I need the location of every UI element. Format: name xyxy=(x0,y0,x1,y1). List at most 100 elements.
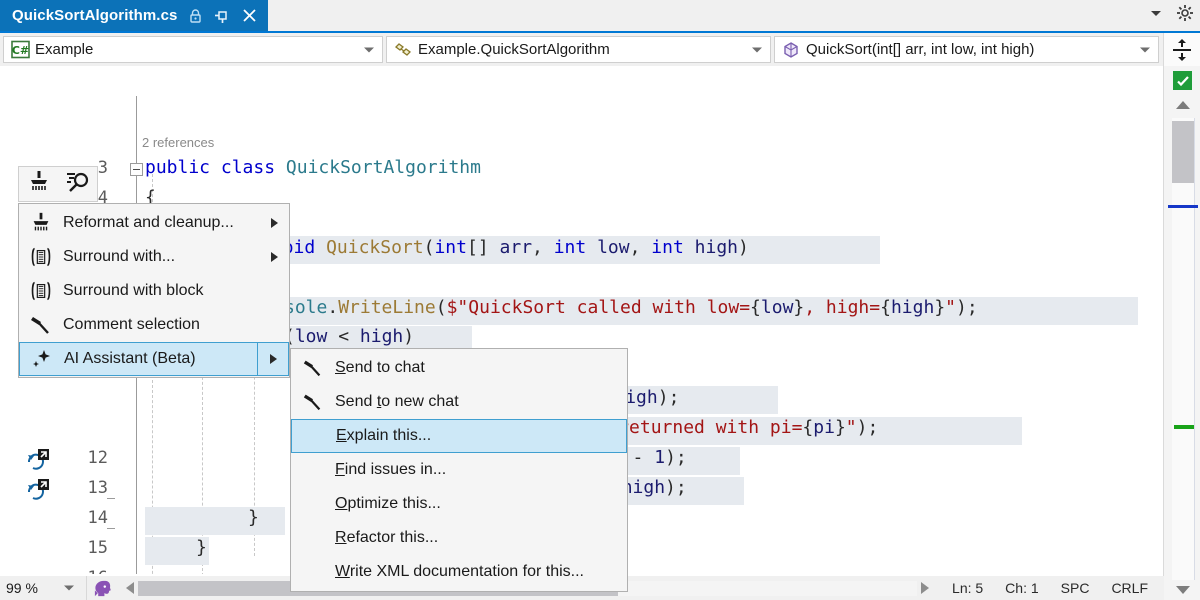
surround-icon xyxy=(19,280,63,302)
status-line-ending[interactable]: CRLF xyxy=(1100,580,1164,596)
line-number: 13 xyxy=(62,478,108,498)
svg-text:C#: C# xyxy=(11,44,28,57)
split-horizontally-icon[interactable] xyxy=(1164,33,1200,66)
zoom-level-value: 99 % xyxy=(6,580,38,596)
line-number: 16 xyxy=(62,568,108,574)
submenu-item-label: Send to chat xyxy=(335,359,627,377)
inspect-code-icon[interactable] xyxy=(65,169,91,200)
ruler-marker-change xyxy=(1174,425,1194,429)
submenu-item-send-to-chat[interactable]: Send to chat xyxy=(291,351,627,385)
broom-icon xyxy=(19,211,63,235)
submenu-item-label: Optimize this... xyxy=(335,495,627,513)
menu-item-label: Surround with block xyxy=(63,282,259,300)
scroll-down-icon[interactable] xyxy=(1176,586,1190,594)
vertical-scrollbar-track[interactable] xyxy=(1172,118,1195,580)
menu-item-label: Reformat and cleanup... xyxy=(63,214,259,232)
sparkle-icon xyxy=(20,347,64,371)
ai-head-icon[interactable] xyxy=(93,579,112,598)
navbar-type-label: Example.QuickSortAlgorithm xyxy=(418,41,610,58)
tab-title: QuickSortAlgorithm.cs xyxy=(12,7,177,24)
close-icon[interactable] xyxy=(240,7,258,25)
submenu-item-label: Write XML documentation for this... xyxy=(335,563,627,581)
gear-icon[interactable] xyxy=(1176,4,1194,27)
scroll-right-button[interactable] xyxy=(921,582,929,594)
code-line-7: sole.WriteLine($"QuickSort called with l… xyxy=(284,298,978,318)
chevron-down-icon[interactable] xyxy=(752,47,762,52)
ide-window: QuickSortAlgorithm.cs xyxy=(0,0,1200,600)
code-line-14: } xyxy=(248,508,259,528)
line-number: 14 xyxy=(62,508,108,528)
class-icon xyxy=(391,40,415,60)
ai-assistant-submenu[interactable]: Send to chat Send to new chat Explain th… xyxy=(290,348,628,592)
menu-item-comment-selection[interactable]: Comment selection xyxy=(19,308,289,342)
chevron-down-icon[interactable] xyxy=(1148,5,1164,26)
fold-marker xyxy=(107,498,115,499)
submenu-item-label: Explain this... xyxy=(336,427,626,445)
menu-item-ai-assistant[interactable]: AI Assistant (Beta) xyxy=(19,342,289,376)
reformat-cleanup-icon[interactable] xyxy=(26,169,52,200)
submenu-item-write-xml-documentation[interactable]: Write XML documentation for this... xyxy=(291,555,627,589)
menu-item-label: Comment selection xyxy=(63,316,259,334)
quick-actions-toolbar[interactable] xyxy=(18,166,98,202)
status-char-number[interactable]: Ch: 1 xyxy=(994,580,1049,596)
submenu-item-find-issues-in[interactable]: Find issues in... xyxy=(291,453,627,487)
menu-item-surround-with[interactable]: Surround with... xyxy=(19,240,289,274)
status-indent[interactable]: SPC xyxy=(1050,580,1101,596)
navbar-type-combo[interactable]: Example.QuickSortAlgorithm xyxy=(386,36,771,63)
lock-icon[interactable] xyxy=(186,7,204,25)
status-line-number[interactable]: Ln: 5 xyxy=(941,580,994,596)
submenu-item-label: Refactor this... xyxy=(335,529,627,547)
fold-marker xyxy=(107,528,115,529)
submenu-item-label: Send to new chat xyxy=(335,393,627,411)
menu-item-surround-with-block[interactable]: Surround with block xyxy=(19,274,289,308)
chevron-down-icon[interactable] xyxy=(1140,47,1150,52)
context-menu[interactable]: Reformat and cleanup... Surround with... xyxy=(18,203,290,378)
surround-icon xyxy=(19,246,63,268)
navigation-bar: C# Example Example.QuickSortAlgorithm xyxy=(0,33,1200,66)
submenu-item-send-to-new-chat[interactable]: Send to new chat xyxy=(291,385,627,419)
tab-quicksortalgorithm-cs[interactable]: QuickSortAlgorithm.cs xyxy=(0,0,268,31)
zoom-level-combo[interactable]: 99 % xyxy=(0,576,87,600)
pin-icon[interactable] xyxy=(213,7,231,25)
overview-ruler[interactable] xyxy=(1163,33,1200,600)
submenu-item-explain-this[interactable]: Explain this... xyxy=(291,419,627,453)
recursive-call-icon[interactable] xyxy=(26,449,48,471)
vertical-scrollbar-thumb[interactable] xyxy=(1172,121,1194,183)
line-number: 12 xyxy=(62,448,108,468)
hammer-icon xyxy=(291,391,335,413)
menu-item-reformat-and-cleanup[interactable]: Reformat and cleanup... xyxy=(19,206,289,240)
submenu-item-label: Find issues in... xyxy=(335,461,627,479)
navbar-member-combo[interactable]: QuickSort(int[] arr, int low, int high) xyxy=(774,36,1159,63)
submenu-arrow-icon[interactable] xyxy=(257,343,288,375)
csharp-file-icon: C# xyxy=(8,40,32,59)
code-line-15: } xyxy=(196,538,207,558)
submenu-arrow-icon[interactable] xyxy=(259,252,289,262)
codelens-class-references[interactable]: 2 references xyxy=(142,135,214,150)
submenu-item-refactor-this[interactable]: Refactor this... xyxy=(291,521,627,555)
code-line-8: (low < high) xyxy=(284,327,414,347)
submenu-arrow-icon[interactable] xyxy=(259,218,289,228)
submenu-item-optimize-this[interactable]: Optimize this... xyxy=(291,487,627,521)
code-line-3: public class QuickSortAlgorithm xyxy=(145,158,481,178)
indent-guide xyxy=(136,96,137,196)
scroll-up-icon[interactable] xyxy=(1176,101,1190,109)
tab-bar-actions xyxy=(1148,0,1194,31)
scroll-left-button[interactable] xyxy=(126,582,134,594)
menu-item-label: AI Assistant (Beta) xyxy=(64,350,257,368)
hammer-icon xyxy=(291,357,335,379)
method-icon xyxy=(779,40,803,60)
chevron-down-icon[interactable] xyxy=(364,47,374,52)
line-number: 15 xyxy=(62,538,108,558)
navbar-project-label: Example xyxy=(35,41,93,58)
navbar-project-combo[interactable]: C# Example xyxy=(3,36,383,63)
recursive-call-icon[interactable] xyxy=(26,479,48,501)
fold-toggle[interactable] xyxy=(130,163,143,176)
navbar-member-label: QuickSort(int[] arr, int low, int high) xyxy=(806,41,1034,58)
menu-item-label: Surround with... xyxy=(63,248,259,266)
ruler-marker-caret xyxy=(1168,205,1198,208)
check-ok-icon[interactable] xyxy=(1173,71,1192,90)
line-highlight xyxy=(145,507,285,535)
editor-tab-bar: QuickSortAlgorithm.cs xyxy=(0,0,1200,33)
chevron-down-icon[interactable] xyxy=(64,586,74,591)
hammer-icon xyxy=(19,313,63,337)
